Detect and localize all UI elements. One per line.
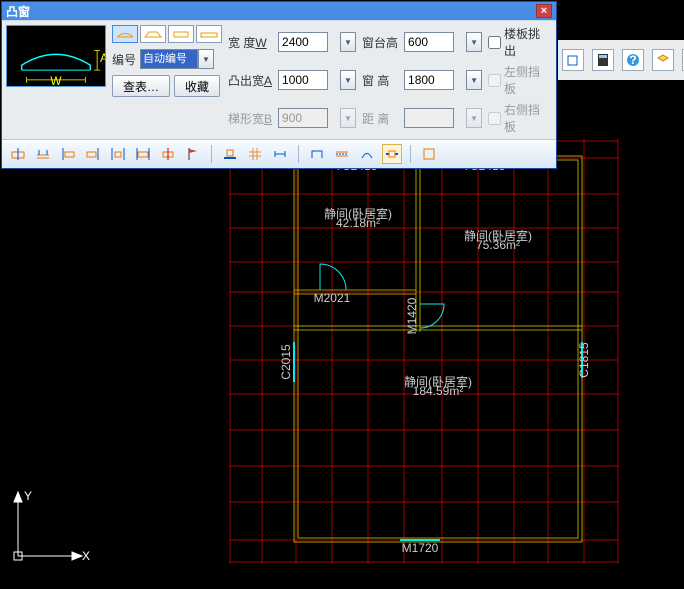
baseline-grid-icon[interactable] — [245, 144, 265, 164]
place-fill-icon[interactable] — [133, 144, 153, 164]
svg-text:?: ? — [629, 53, 636, 67]
place-any-icon[interactable] — [158, 144, 178, 164]
lookup-button[interactable]: 查表… — [112, 75, 170, 97]
placement-toolbar — [2, 139, 556, 168]
slab-checkbox[interactable]: 楼板挑出 — [488, 25, 552, 59]
left-panel-checkbox: 左侧挡板 — [488, 63, 552, 97]
svg-text:C2015: C2015 — [279, 344, 293, 380]
trap-label: 梯形宽B — [228, 110, 272, 127]
shape-rect-button[interactable] — [168, 25, 194, 43]
bay-window-dialog: 凸窗 × W A 编号 自动编 — [1, 1, 557, 169]
winh-label: 窗 高 — [362, 72, 398, 89]
bulge-dropdown-icon[interactable]: ▼ — [340, 70, 356, 90]
trap-input — [278, 108, 328, 128]
favorite-button[interactable]: 收藏 — [174, 75, 220, 97]
place-along-icon[interactable] — [33, 144, 53, 164]
prev-icon[interactable] — [419, 144, 439, 164]
right-panel-checkbox: 右侧挡板 — [488, 101, 552, 135]
winh-input[interactable] — [404, 70, 454, 90]
place-free-icon[interactable] — [8, 144, 28, 164]
svg-text:A: A — [100, 52, 105, 65]
svg-text:W: W — [50, 75, 62, 87]
tool-cube-icon[interactable] — [562, 49, 584, 71]
winh-dropdown-icon[interactable]: ▼ — [466, 70, 482, 90]
tool-calc-icon[interactable] — [592, 49, 614, 71]
dist-label: 距 离 — [362, 110, 398, 127]
wall-opening-icon[interactable] — [382, 144, 402, 164]
shape-selector — [112, 25, 222, 43]
tool-help-icon[interactable]: ? — [622, 49, 644, 71]
trap-dropdown-icon: ▼ — [340, 108, 356, 128]
place-left-icon[interactable] — [58, 144, 78, 164]
dialog-title: 凸窗 — [6, 3, 30, 20]
svg-text:X: X — [82, 549, 90, 563]
app-toolbar: ? — [558, 40, 684, 80]
numbering-dropdown-icon[interactable]: ▼ — [198, 49, 214, 69]
shape-trapezoid-button[interactable] — [140, 25, 166, 43]
bulge-input[interactable] — [278, 70, 328, 90]
dist-dropdown-icon: ▼ — [466, 108, 482, 128]
svg-text:M1720: M1720 — [402, 541, 439, 555]
wall-center-icon[interactable] — [332, 144, 352, 164]
sill-dropdown-icon[interactable]: ▼ — [466, 32, 482, 52]
svg-text:75.36m²: 75.36m² — [476, 238, 520, 252]
shape-preview: W A — [6, 25, 106, 87]
svg-text:184.59m²: 184.59m² — [413, 384, 464, 398]
parameters-grid: 宽 度W ▼ 窗台高 ▼ 楼板挑出 凸出宽A ▼ 窗 高 ▼ 左侧挡板 梯形宽B… — [228, 25, 552, 135]
dist-input — [404, 108, 454, 128]
sill-input[interactable] — [404, 32, 454, 52]
wall-arc-icon[interactable] — [357, 144, 377, 164]
dimension-icon[interactable] — [270, 144, 290, 164]
svg-text:M2021: M2021 — [314, 291, 351, 305]
svg-text:C1815: C1815 — [577, 342, 591, 378]
tool-layers-icon[interactable] — [652, 49, 674, 71]
svg-text:M1420: M1420 — [405, 297, 419, 334]
drawing-canvas[interactable]: TC2418 TC2418 静间(卧居室)42.18m² 静间(卧居室)75.3… — [0, 126, 684, 586]
wall-outer-icon[interactable] — [307, 144, 327, 164]
place-center-icon[interactable] — [108, 144, 128, 164]
numbering-label: 编号 — [112, 51, 136, 68]
flag-icon[interactable] — [183, 144, 203, 164]
close-icon[interactable]: × — [536, 4, 552, 18]
svg-text:42.18m²: 42.18m² — [336, 216, 380, 230]
width-dropdown-icon[interactable]: ▼ — [340, 32, 356, 52]
place-right-icon[interactable] — [83, 144, 103, 164]
numbering-select[interactable]: 自动编号 — [140, 49, 198, 69]
width-label: 宽 度W — [228, 34, 272, 51]
shape-arc-button[interactable] — [112, 25, 138, 43]
baseline-bottom-icon[interactable] — [220, 144, 240, 164]
bulge-label: 凸出宽A — [228, 72, 272, 89]
shape-flat-button[interactable] — [196, 25, 222, 43]
svg-text:Y: Y — [24, 489, 32, 503]
dialog-titlebar[interactable]: 凸窗 × — [2, 2, 556, 20]
width-input[interactable] — [278, 32, 328, 52]
sill-label: 窗台高 — [362, 34, 398, 51]
